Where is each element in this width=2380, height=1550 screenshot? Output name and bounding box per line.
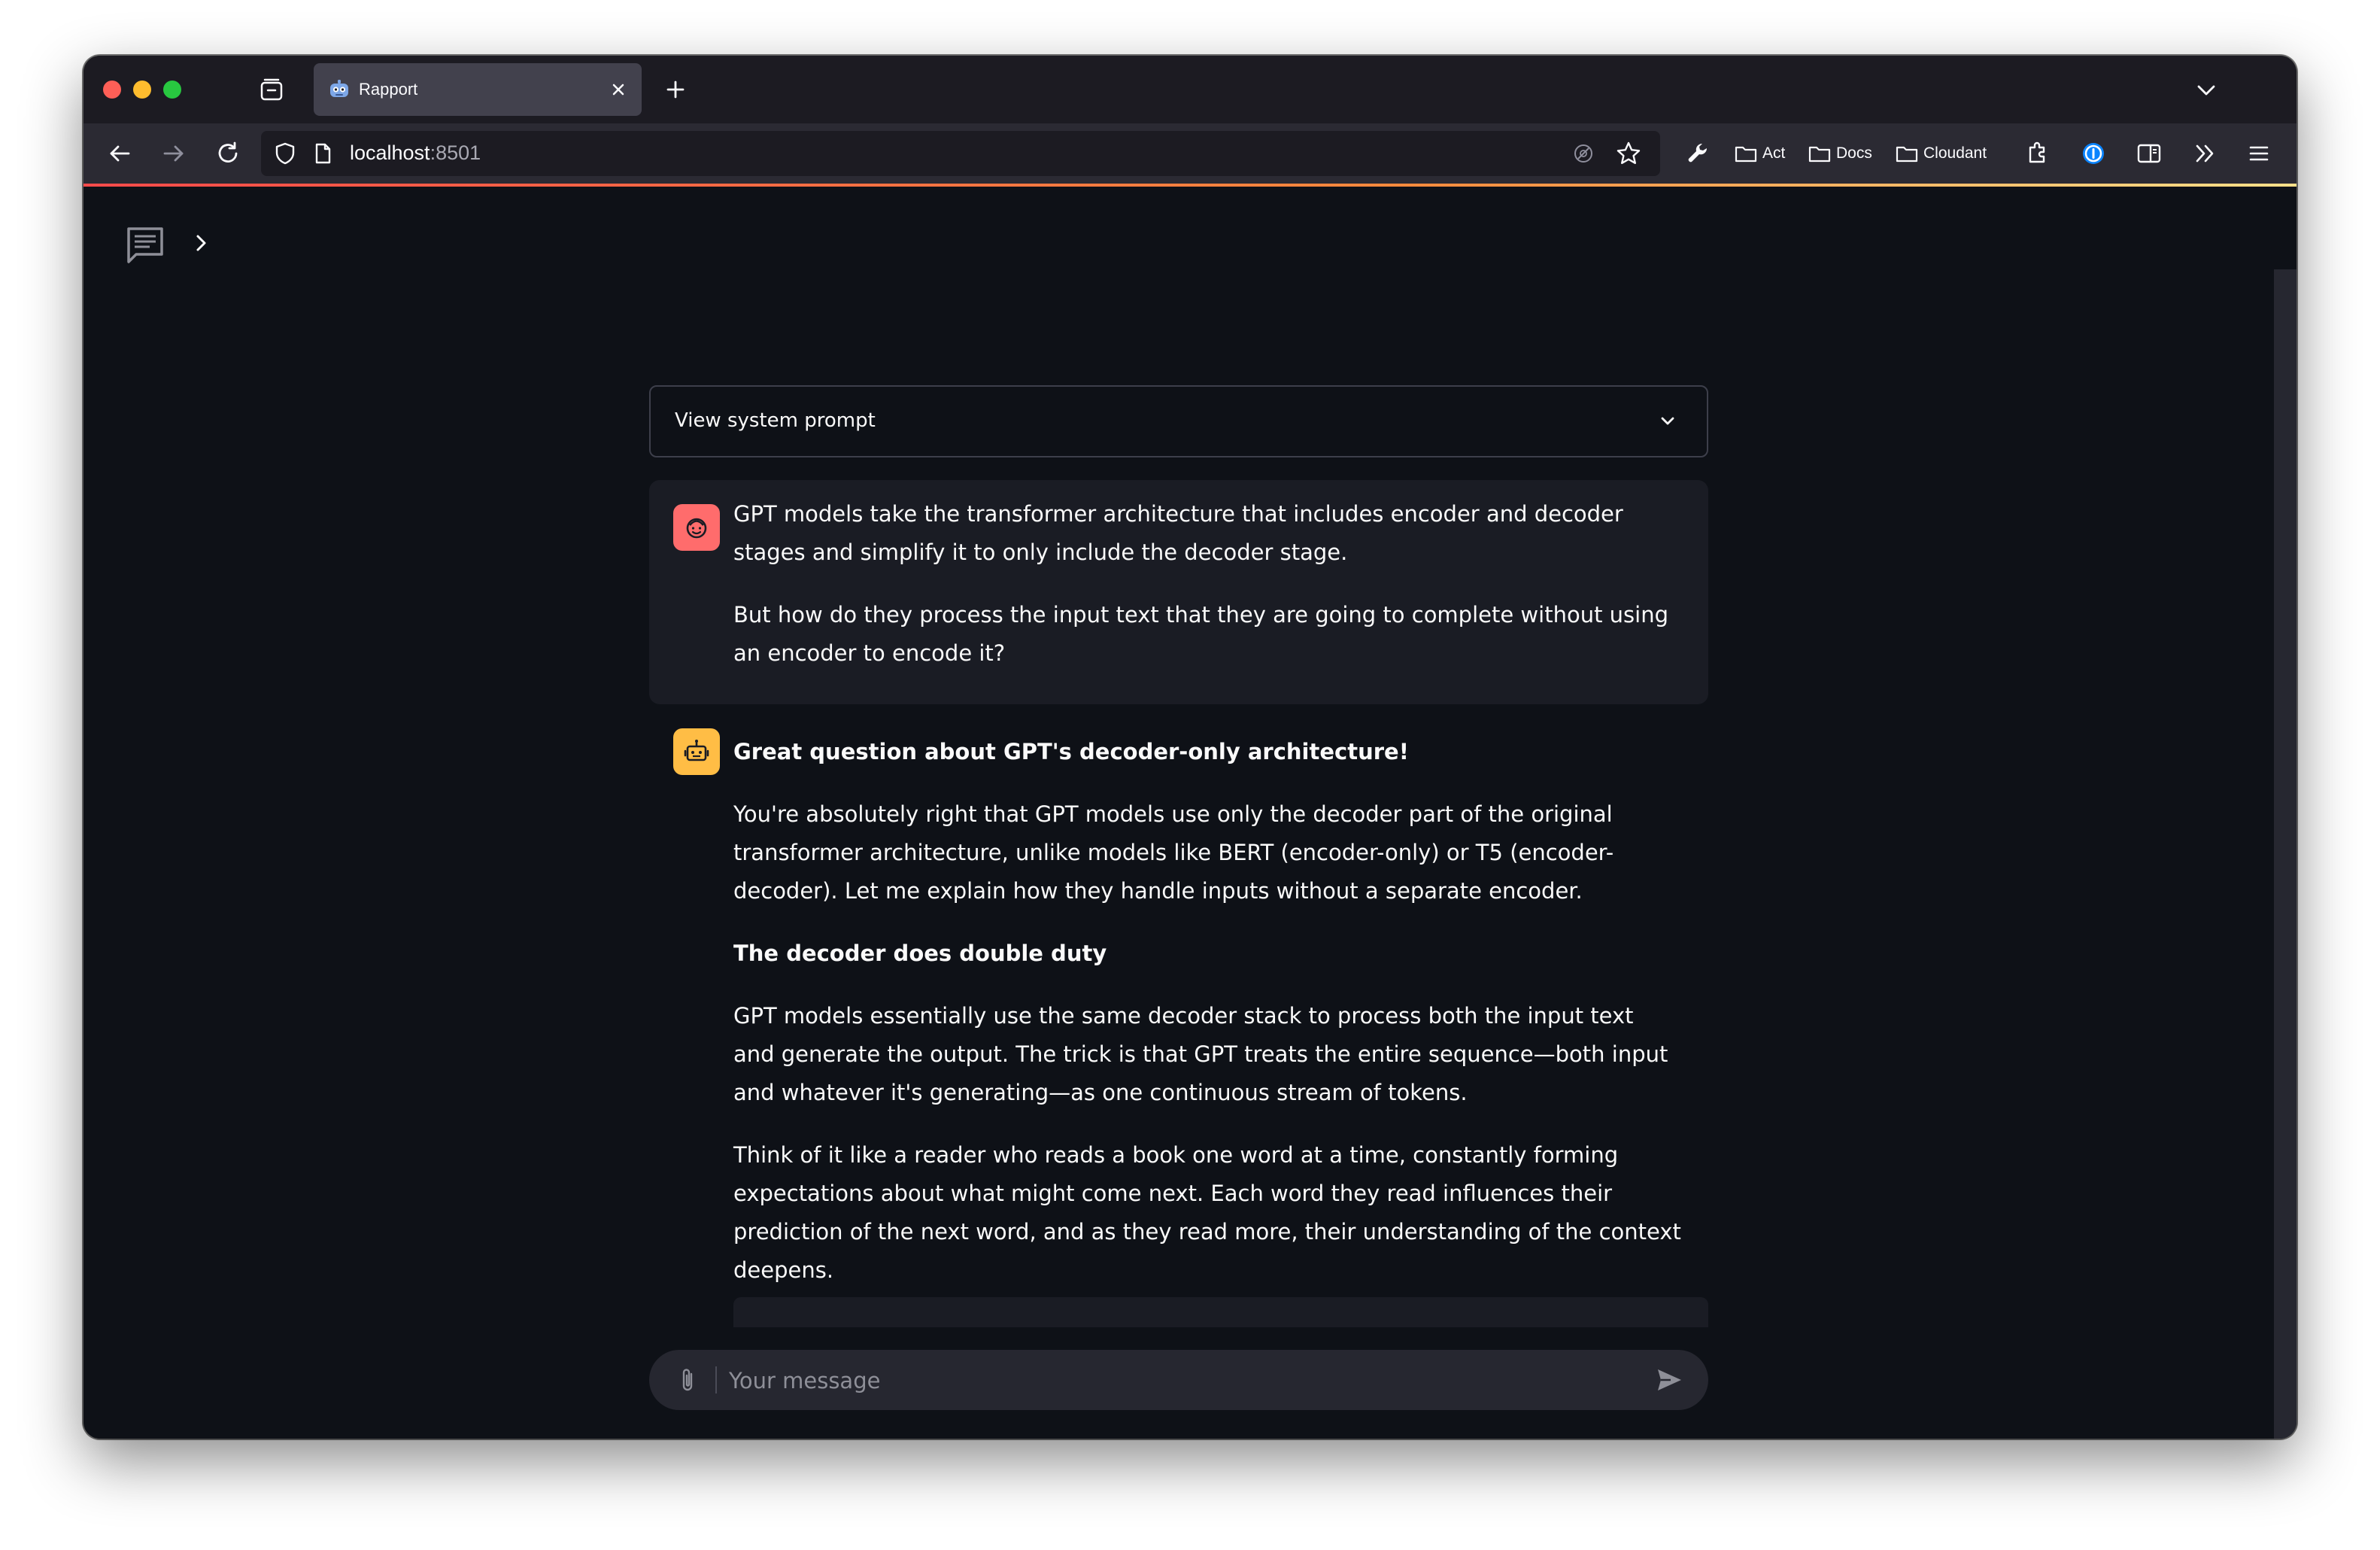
bookmark-folder-cloudant[interactable]: Cloudant bbox=[1895, 138, 1987, 169]
close-tab-button[interactable] bbox=[606, 77, 631, 102]
paperclip-icon[interactable] bbox=[673, 1365, 703, 1395]
expand-sidebar-chevron-icon[interactable] bbox=[189, 230, 214, 256]
bookmark-label: Act bbox=[1762, 144, 1786, 162]
hamburger-menu-icon[interactable] bbox=[2242, 137, 2275, 170]
assistant-message: Great question about GPT's decoder-only … bbox=[649, 728, 1708, 1439]
browser-window: Rapport localhost:8501 Act Docs Cloudant… bbox=[83, 56, 2297, 1439]
message-heading: Great question about GPT's decoder-only … bbox=[733, 739, 1409, 764]
page-scrollbar[interactable] bbox=[2274, 269, 2297, 1439]
url-port: :8501 bbox=[430, 141, 481, 164]
tab-tray-icon[interactable] bbox=[257, 75, 287, 105]
minimize-window-button[interactable] bbox=[133, 81, 151, 99]
page-info-icon[interactable] bbox=[311, 141, 335, 166]
bookmark-star-icon[interactable] bbox=[1615, 140, 1642, 167]
overflow-chevrons-icon[interactable] bbox=[2188, 137, 2221, 170]
address-bar[interactable]: localhost:8501 bbox=[261, 131, 1660, 176]
expander-label: View system prompt bbox=[675, 409, 876, 432]
reload-icon[interactable] bbox=[211, 137, 244, 170]
message-paragraph: You're absolutely right that GPT models … bbox=[733, 801, 1614, 904]
code-block-partial bbox=[733, 1297, 1708, 1327]
message-paragraph: But how do they process the input text t… bbox=[733, 602, 1668, 666]
active-tab[interactable]: Rapport bbox=[314, 63, 642, 116]
robot-icon bbox=[684, 740, 709, 761]
chat-history-icon[interactable] bbox=[123, 223, 168, 268]
assistant-message-text: Great question about GPT's decoder-only … bbox=[733, 733, 1681, 1290]
input-divider bbox=[715, 1366, 717, 1393]
url-text: localhost:8501 bbox=[350, 141, 481, 165]
chat-message-input[interactable] bbox=[727, 1359, 1633, 1403]
tracking-protection-shield-icon[interactable] bbox=[273, 141, 297, 166]
bookmark-label: Cloudant bbox=[1923, 144, 1987, 162]
forward-arrow-icon[interactable] bbox=[157, 137, 190, 170]
navigation-toolbar: localhost:8501 Act Docs Cloudant bbox=[83, 123, 2297, 184]
bookmark-label: Docs bbox=[1836, 144, 1872, 162]
wrench-icon[interactable] bbox=[1681, 137, 1714, 170]
smiling-face-icon bbox=[686, 518, 707, 539]
folder-icon bbox=[1896, 146, 1918, 163]
assistant-avatar bbox=[673, 728, 720, 775]
message-paragraph: GPT models essentially use the same deco… bbox=[733, 1003, 1668, 1105]
user-message: GPT models take the transformer architec… bbox=[649, 480, 1708, 704]
bookmark-folder-docs[interactable]: Docs bbox=[1808, 138, 1872, 169]
message-paragraph: Think of it like a reader who reads a bo… bbox=[733, 1142, 1681, 1283]
url-host: localhost bbox=[350, 141, 430, 164]
close-window-button[interactable] bbox=[103, 81, 121, 99]
tab-strip: Rapport bbox=[83, 56, 2297, 123]
send-arrow-icon[interactable] bbox=[1653, 1363, 1686, 1397]
tracking-blocked-icon[interactable] bbox=[1571, 141, 1595, 166]
folder-icon bbox=[1735, 146, 1757, 163]
password-manager-icon[interactable] bbox=[2077, 137, 2110, 170]
system-prompt-expander[interactable]: View system prompt bbox=[649, 385, 1708, 457]
robot-favicon-icon bbox=[327, 78, 351, 102]
user-avatar bbox=[673, 504, 720, 551]
user-message-text: GPT models take the transformer architec… bbox=[733, 495, 1681, 673]
message-subheading: The decoder does double duty bbox=[733, 941, 1107, 966]
back-arrow-icon[interactable] bbox=[103, 137, 136, 170]
maximize-window-button[interactable] bbox=[163, 81, 181, 99]
message-paragraph: GPT models take the transformer architec… bbox=[733, 501, 1623, 565]
sidebar-toggle-icon[interactable] bbox=[2133, 137, 2166, 170]
new-tab-button[interactable] bbox=[660, 74, 691, 105]
extensions-puzzle-icon[interactable] bbox=[2021, 137, 2054, 170]
chevron-down-icon bbox=[1656, 409, 1680, 433]
chat-input-bar bbox=[649, 1350, 1708, 1410]
list-all-tabs-chevron-icon[interactable] bbox=[2191, 75, 2221, 105]
tab-title: Rapport bbox=[359, 80, 418, 99]
app-main: View system prompt GPT models take the t… bbox=[83, 187, 2297, 1439]
folder-icon bbox=[1808, 146, 1831, 163]
bookmark-folder-act[interactable]: Act bbox=[1734, 138, 1785, 169]
